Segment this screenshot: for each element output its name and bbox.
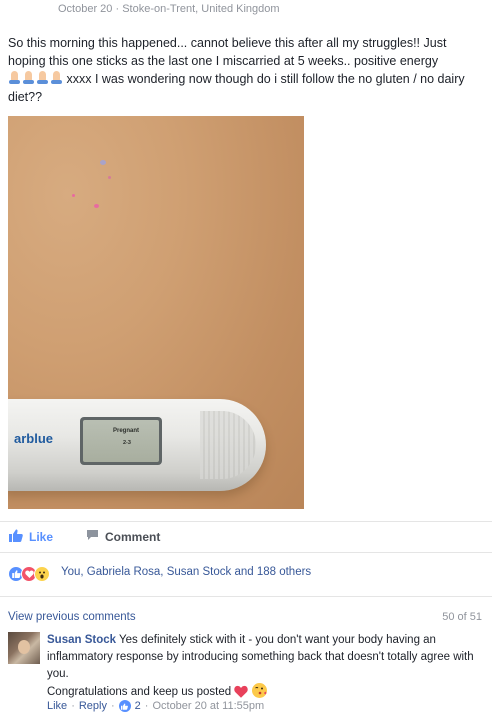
comment-like-count[interactable]: 2 (135, 700, 141, 712)
comment-like-link[interactable]: Like (47, 700, 67, 712)
comment-body: Susan Stock Yes definitely stick with it… (47, 632, 477, 704)
post-location[interactable]: Stoke-on-Trent, United Kingdom (122, 3, 279, 15)
display-weeks: 2-3 (123, 440, 131, 446)
footer-separator: · (144, 700, 149, 712)
reaction-icons[interactable] (8, 566, 50, 582)
like-button[interactable]: Like (9, 529, 53, 545)
thumbs-up-icon (9, 529, 23, 545)
stick-grip (200, 411, 256, 479)
comment-label: Comment (105, 529, 161, 544)
pregnancy-test-stick: arblue Pregnant 2-3 (8, 399, 266, 491)
stick-brand: arblue (14, 431, 54, 446)
comment-button[interactable]: Comment (86, 529, 160, 544)
photo-speck (94, 204, 99, 208)
avatar[interactable] (8, 632, 40, 664)
comment-timestamp[interactable]: October 20 at 11:55pm (152, 700, 264, 712)
post-text-part2: xxxx I was wondering now though do i sti… (8, 72, 465, 104)
comment-reply-link[interactable]: Reply (79, 700, 107, 712)
post-meta: October 20 · Stoke-on-Trent, United King… (58, 3, 280, 15)
photo-speck (72, 194, 75, 197)
post-text: So this morning this happened... cannot … (8, 34, 486, 106)
speech-bubble-icon (86, 529, 99, 544)
footer-separator: · (71, 700, 75, 712)
display-result: Pregnant (113, 428, 140, 434)
wow-reaction-icon (34, 566, 50, 582)
stick-display: Pregnant 2-3 (80, 417, 162, 465)
reaction-summary[interactable]: You, Gabriela Rosa, Susan Stock and 188 … (61, 566, 311, 578)
view-previous-comments-link[interactable]: View previous comments (8, 611, 136, 623)
comment-author[interactable]: Susan Stock (47, 634, 116, 646)
divider (0, 596, 492, 597)
comment-footer: Like · Reply · 2 · October 20 at 11:55pm (47, 700, 264, 712)
footer-separator: · (110, 700, 115, 712)
divider (0, 521, 492, 522)
photo-speck (108, 176, 111, 179)
kissing-face-icon (251, 683, 267, 698)
praying-hands-icon (8, 71, 63, 85)
like-count-icon (118, 700, 131, 712)
meta-separator: · (115, 3, 120, 15)
comment-text-2: Congratulations and keep us posted (47, 686, 232, 698)
post-date[interactable]: October 20 (58, 3, 112, 15)
like-label: Like (29, 530, 54, 544)
post-photo[interactable]: arblue Pregnant 2-3 (8, 116, 304, 509)
divider (0, 552, 492, 553)
comment-counter: 50 of 51 (442, 611, 482, 623)
photo-speck (100, 160, 106, 165)
post-text-part1: So this morning this happened... cannot … (8, 36, 447, 68)
